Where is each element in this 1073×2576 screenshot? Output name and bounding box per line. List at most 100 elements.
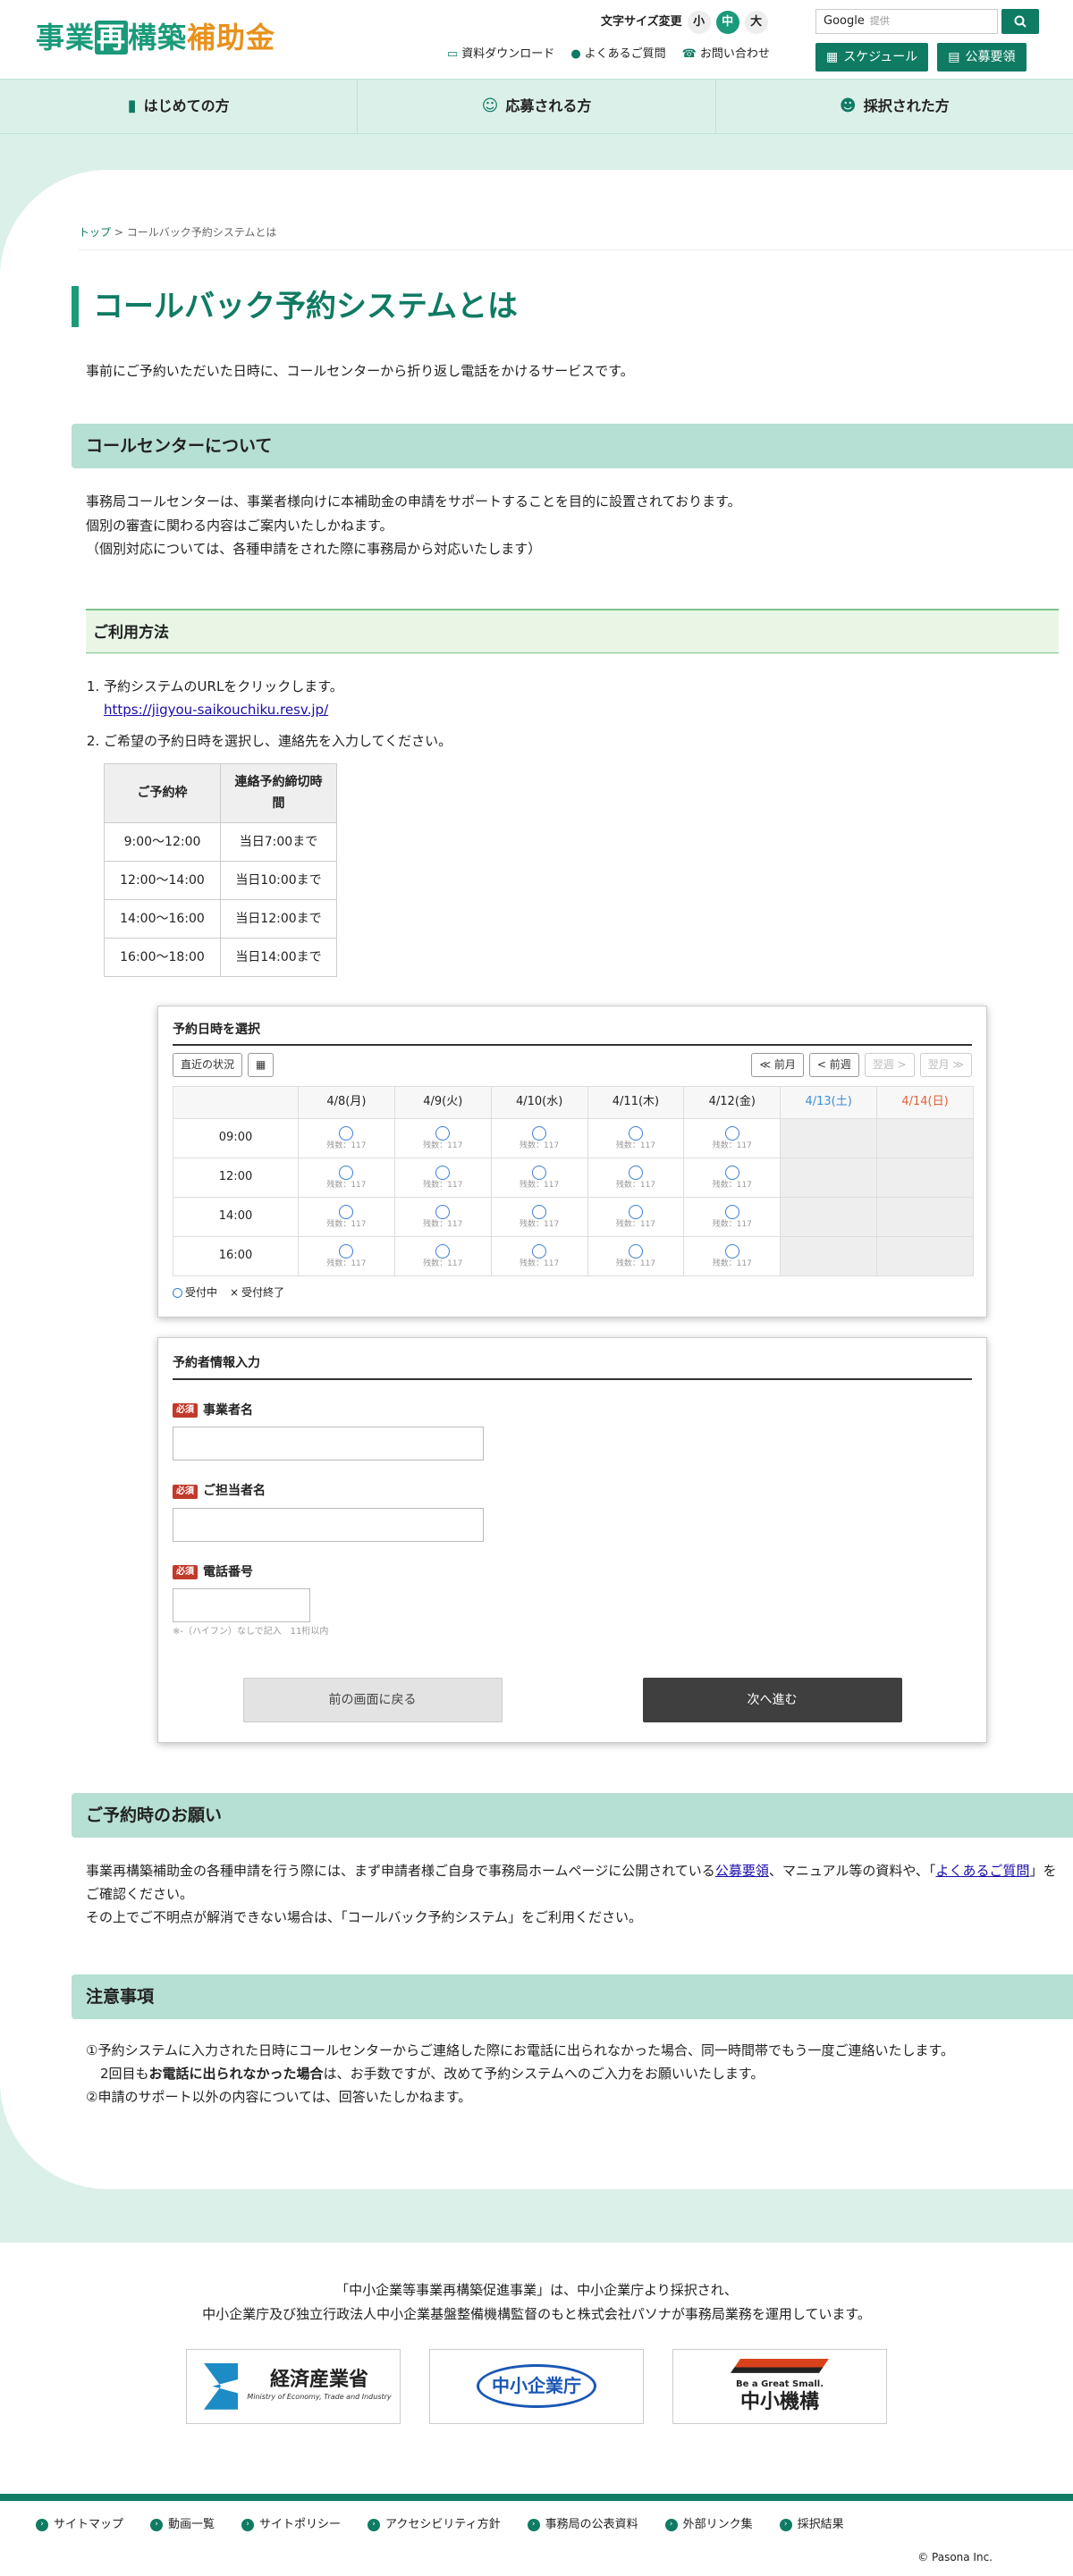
- meti-logo-icon: [203, 2362, 239, 2410]
- site-logo[interactable]: 事業再構築補助金: [36, 18, 275, 57]
- form-buttons: 前の画面に戻る 次へ進む: [173, 1677, 972, 1722]
- footer-bar: › サイトマップ › 動画一覧 › サイトポリシー › アクセシビリティ方針 › 事務局の…: [0, 2493, 1073, 2576]
- footer-link-sitemap[interactable]: › サイトマップ: [36, 2515, 123, 2536]
- sme-agency-logo-link[interactable]: 中小企業庁: [429, 2348, 644, 2424]
- search-input[interactable]: Google 提供: [815, 9, 998, 34]
- request-text: 事業再構築補助金の各種申請を行う際には、まず申請者様ご自身で事務局ホームページに…: [86, 1862, 1057, 1926]
- remaining-count: 残数：117: [326, 1259, 367, 1268]
- day-header: 4/11(木): [587, 1086, 685, 1120]
- smrj-logo-link[interactable]: Be a Great Small. 中小機構: [672, 2348, 887, 2424]
- chevron-right-icon: ›: [664, 2519, 678, 2532]
- notes-list: ①予約システムに入力された日時にコールセンターからご連絡した際にお電話に出られな…: [86, 2039, 1073, 2109]
- faq-link[interactable]: ● よくあるご質問: [570, 45, 665, 65]
- remaining-count: 残数：117: [712, 1259, 752, 1268]
- prev-week-button: < 前週: [808, 1053, 859, 1078]
- circle-icon: [435, 1165, 451, 1180]
- guidelines-link[interactable]: 公募要領: [715, 1863, 769, 1879]
- contact-link[interactable]: ☎ お問い合わせ: [682, 45, 770, 65]
- nav-item-applicants[interactable]: ☺ 応募される方: [358, 80, 716, 133]
- footer-link-policy[interactable]: › サイトポリシー: [241, 2515, 341, 2536]
- remaining-count: 残数：117: [615, 1141, 656, 1150]
- nav-item-adopted[interactable]: ☻ 採択された方: [716, 80, 1073, 133]
- reservation-url-link[interactable]: https://jigyou-saikouchiku.resv.jp/: [104, 702, 328, 718]
- phone-note: ※-（ハイフン）なしで記入 11桁以内: [173, 1627, 329, 1637]
- prev-month-button: ≪ 前月: [751, 1053, 804, 1078]
- slot-cell: 残数：117: [393, 1118, 492, 1159]
- next-week-button: 翌週 >: [864, 1053, 915, 1078]
- table-row: 14:00〜16:00 当日12:00まで: [104, 898, 337, 939]
- circle-icon: [339, 1204, 354, 1219]
- day-header: 4/13(土): [780, 1086, 878, 1120]
- circle-icon: [435, 1125, 451, 1141]
- font-size-label: 文字サイズ変更: [601, 14, 682, 29]
- search-icon: [1014, 15, 1027, 28]
- footer-link-external[interactable]: › 外部リンク集: [664, 2515, 753, 2536]
- footer-link-public-docs[interactable]: › 事務局の公表資料: [527, 2515, 638, 2536]
- slot-cell: 残数：117: [683, 1197, 782, 1238]
- day-header: 4/10(水): [490, 1086, 588, 1120]
- remaining-count: 残数：117: [615, 1219, 656, 1229]
- note-2: ②申請のサポート以外の内容については、回答いたしかねます。: [86, 2089, 472, 2105]
- font-size-small-button[interactable]: 小: [687, 11, 711, 34]
- site-search: Google 提供: [815, 9, 1039, 34]
- nav-item-beginners[interactable]: ▮ はじめての方: [0, 80, 359, 133]
- font-size-large-button[interactable]: 大: [744, 11, 768, 34]
- slot-cell: 残数：117: [683, 1118, 782, 1159]
- calendar-row: 14:00 残数：117 残数：117 残数：117 残数：117 残数：117: [173, 1197, 974, 1238]
- utility-links: ▭ 資料ダウンロード ● よくあるご質問 ☎ お問い合わせ: [447, 45, 770, 65]
- schedule-button[interactable]: ▦ スケジュール: [815, 43, 929, 72]
- section-title-request: ご予約時のお願い: [72, 1792, 1073, 1838]
- circle-icon: [628, 1125, 643, 1141]
- calendar-screenshot: 予約日時を選択 直近の状況 ▦ ≪ 前月 < 前週 翌週 > 翌月 ≫ 4/8(…: [157, 1005, 987, 1318]
- circle-icon: [339, 1243, 354, 1259]
- slot-cell: 残数：117: [587, 1158, 685, 1199]
- calendar-icon: ▦: [826, 49, 839, 64]
- remaining-count: 残数：117: [615, 1180, 656, 1190]
- guidelines-button[interactable]: ▤ 公募要領: [937, 43, 1027, 72]
- breadcrumb-current: コールバック予約システムとは: [126, 226, 277, 239]
- calendar-title: 予約日時を選択: [173, 1019, 972, 1047]
- chevron-right-icon: ›: [150, 2519, 164, 2532]
- header-buttons: ▦ スケジュール ▤ 公募要領: [815, 43, 1027, 72]
- recent-status-button: 直近の状況: [173, 1053, 243, 1078]
- calendar-toolbar: 直近の状況 ▦ ≪ 前月 < 前週 翌週 > 翌月 ≫: [173, 1053, 972, 1078]
- download-link[interactable]: ▭ 資料ダウンロード: [447, 45, 554, 65]
- book-icon: ▮: [127, 97, 137, 116]
- circle-icon: [628, 1165, 643, 1180]
- slot-cell-closed: [780, 1118, 878, 1159]
- folder-icon: ▭: [447, 47, 459, 61]
- remaining-count: 残数：117: [520, 1180, 560, 1190]
- circle-icon: [532, 1243, 547, 1259]
- footer-link-videos[interactable]: › 動画一覧: [150, 2515, 215, 2536]
- remaining-count: 残数：117: [326, 1180, 367, 1190]
- remaining-count: 残数：117: [520, 1141, 560, 1150]
- slot-cell: 残数：117: [683, 1158, 782, 1199]
- search-button[interactable]: [1001, 9, 1039, 34]
- circle-icon: [532, 1165, 547, 1180]
- circle-icon: [532, 1204, 547, 1219]
- phone-field: [173, 1588, 310, 1623]
- company-name-field: [173, 1427, 484, 1461]
- footer-link-accessibility[interactable]: › アクセシビリティ方針: [368, 2515, 501, 2536]
- breadcrumb-home[interactable]: トップ: [79, 226, 111, 239]
- section-title-notes: 注意事項: [72, 1974, 1073, 2019]
- circle-icon: [628, 1243, 643, 1259]
- calendar-row: 09:00 残数：117 残数：117 残数：117 残数：117 残数：117: [173, 1118, 974, 1159]
- site-header: 事業再構築補助金 文字サイズ変更 小 中 大 Google 提供 ▭ 資料ダウンロ…: [0, 0, 1073, 79]
- calendar-grid: 4/8(月) 4/9(火) 4/10(水) 4/11(木) 4/12(金) 4/…: [173, 1086, 974, 1277]
- font-size-medium-button[interactable]: 中: [715, 11, 739, 34]
- legend-open: 受付中: [173, 1284, 217, 1302]
- usage-steps: 予約システムのURLをクリックします。 https://jigyou-saiko…: [104, 675, 1073, 977]
- meti-logo-link[interactable]: 経済産業省 Ministry of Economy, Trade and Ind…: [186, 2348, 401, 2424]
- copyright: © Pasona Inc.: [917, 2550, 993, 2563]
- field-label-contact: 必須 ご担当者名: [173, 1480, 972, 1503]
- slot-cell: 残数：117: [587, 1118, 685, 1159]
- slot-cell: 残数：117: [490, 1158, 588, 1199]
- footer-link-results[interactable]: › 採択結果: [779, 2515, 844, 2536]
- google-brand: Google: [824, 13, 865, 28]
- faq-inline-link[interactable]: よくあるご質問: [935, 1863, 1029, 1879]
- field-label-phone: 必須 電話番号: [173, 1562, 972, 1584]
- circle-icon: [532, 1125, 547, 1141]
- remaining-count: 残数：117: [326, 1141, 367, 1150]
- chevron-right-icon: ›: [36, 2519, 48, 2532]
